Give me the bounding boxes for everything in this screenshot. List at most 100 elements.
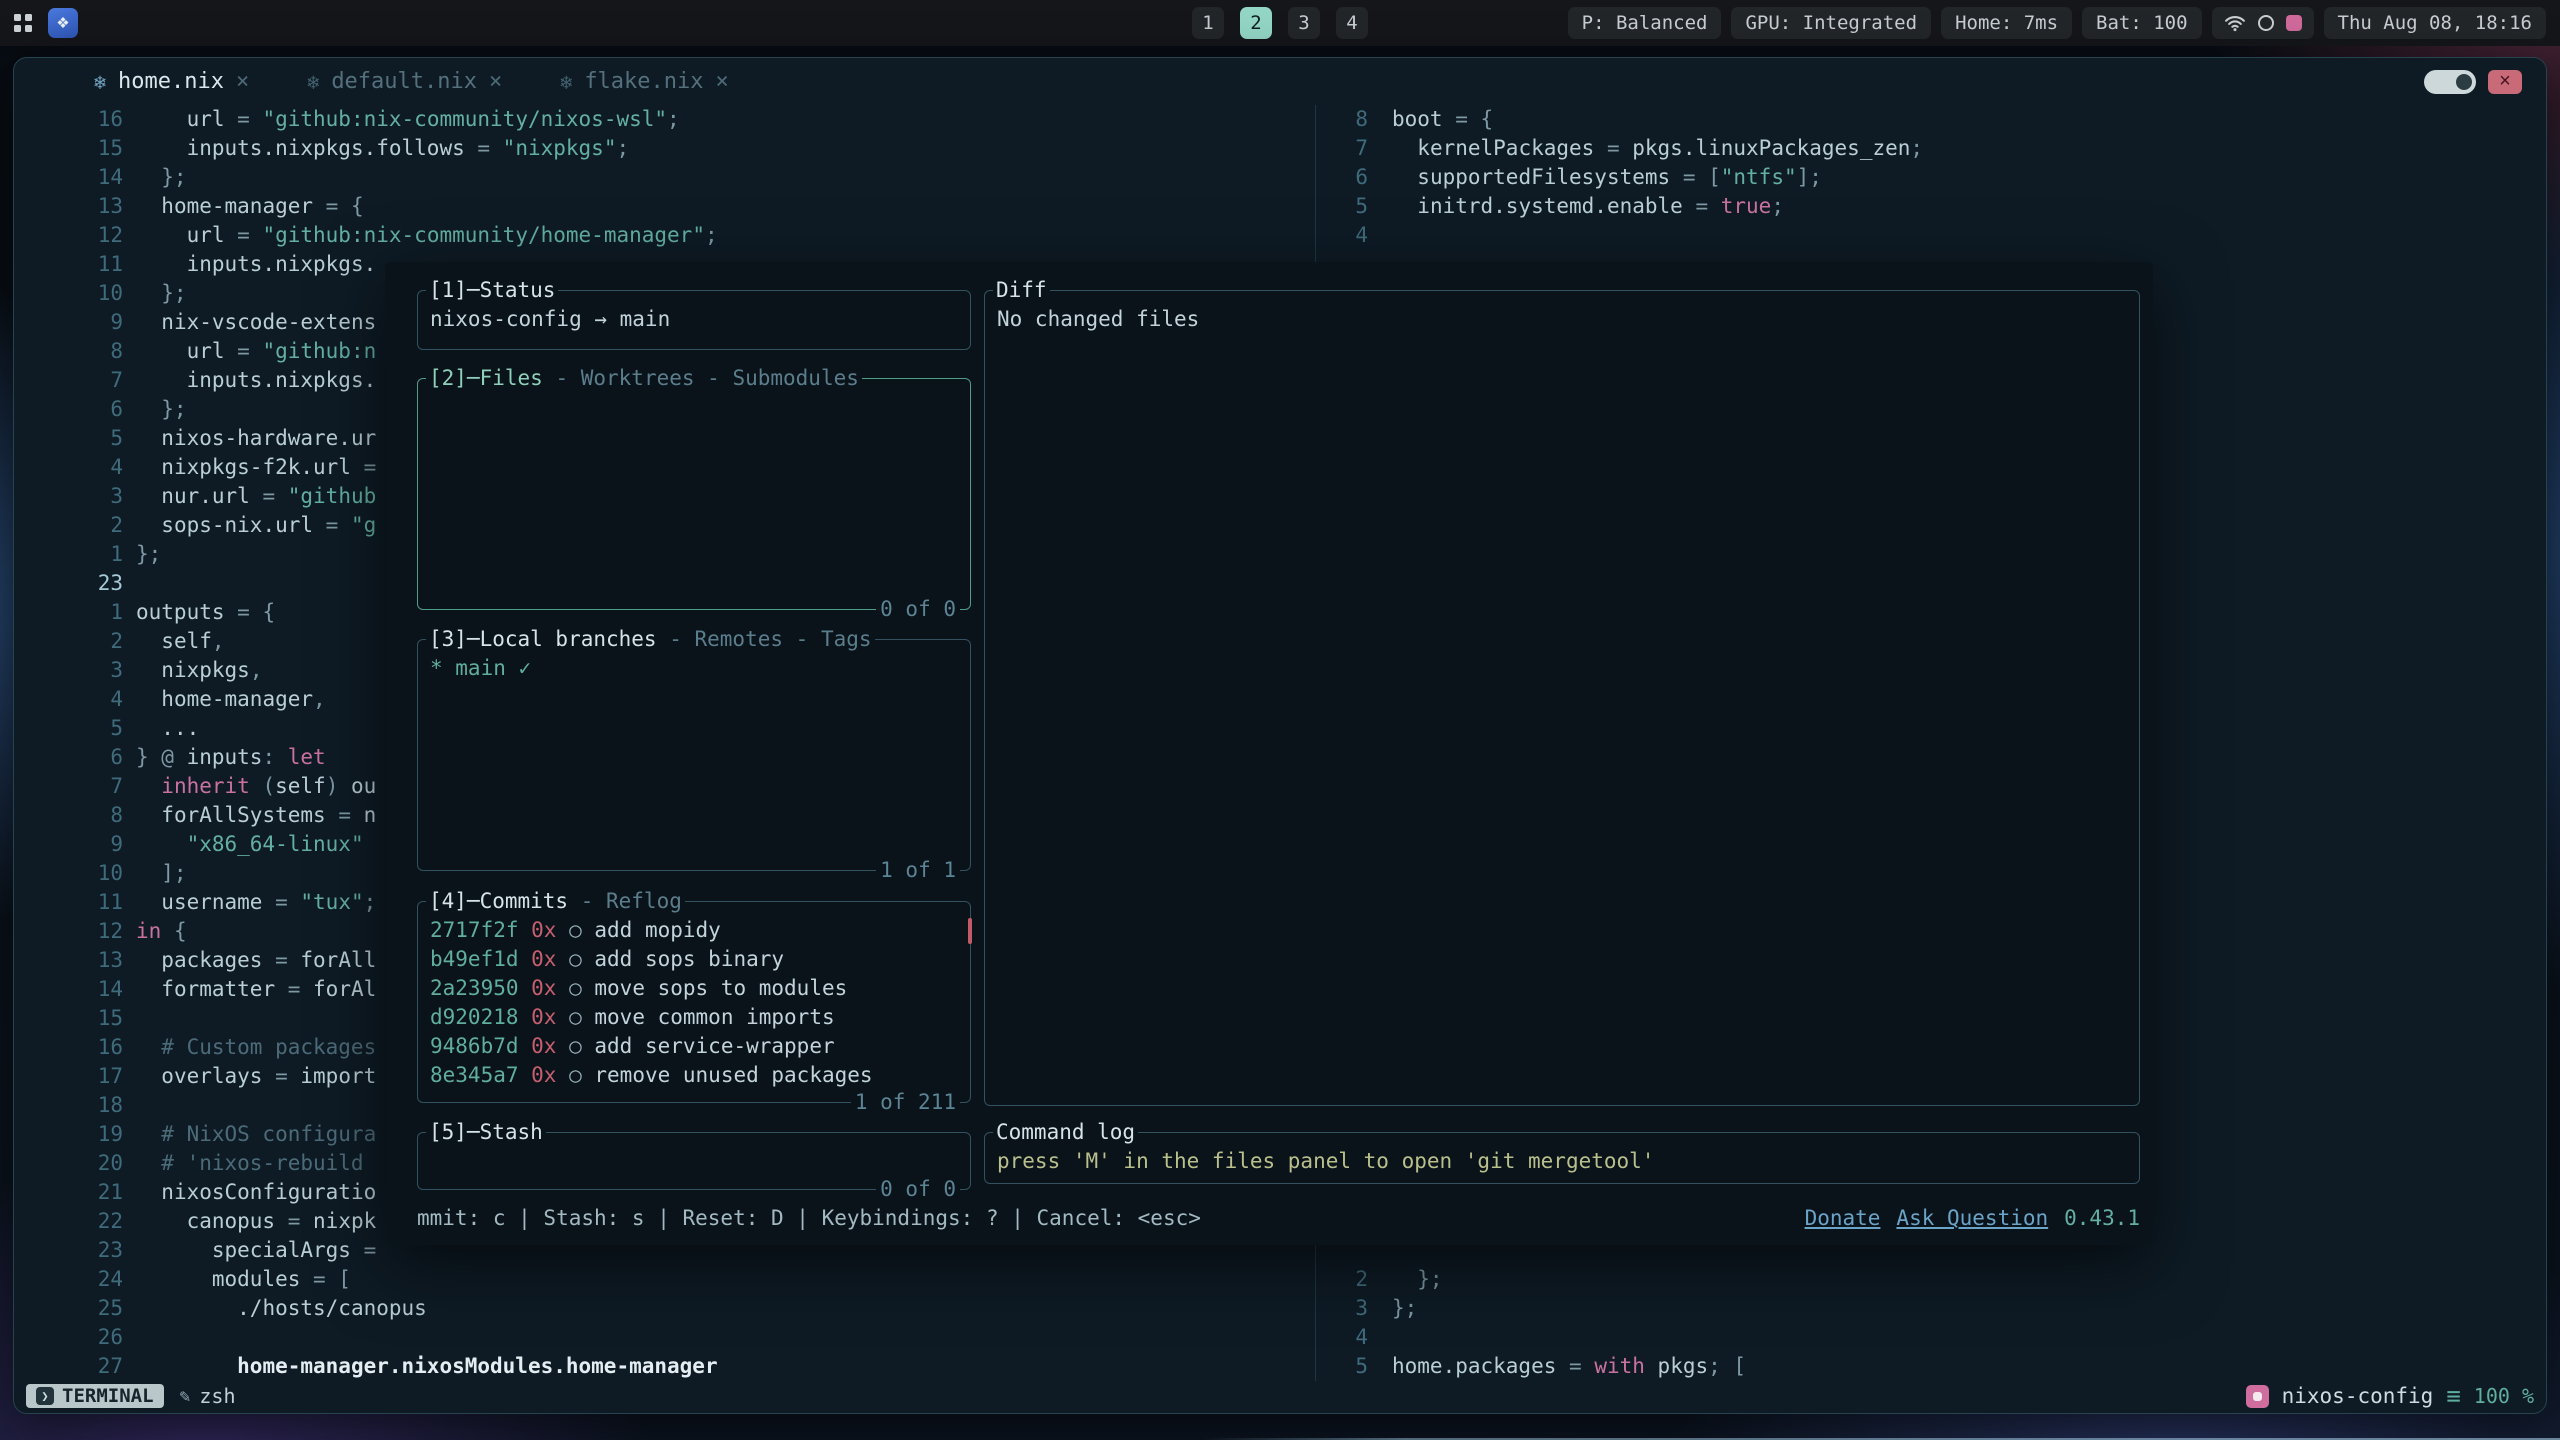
window-controls: ×: [2424, 70, 2522, 94]
commit-row[interactable]: b49ef1d 0x ○ add sops binary: [430, 945, 958, 974]
line-number: 8: [14, 337, 123, 366]
code-text: inputs.nixpkgs.: [123, 366, 376, 395]
code-token: ];: [136, 861, 187, 885]
code-line[interactable]: 12 url = "github:nix-community/home-mana…: [14, 221, 1315, 250]
line-number: 10: [14, 859, 123, 888]
code-line[interactable]: 26: [14, 1323, 1315, 1352]
code-line[interactable]: 5home.packages = with pkgs; [: [1316, 1352, 2546, 1381]
code-text: in {: [123, 917, 187, 946]
code-text: inputs.nixpkgs.follows = "nixpkgs";: [123, 134, 629, 163]
code-token: [136, 1064, 161, 1088]
code-line[interactable]: 7 kernelPackages = pkgs.linuxPackages_ze…: [1316, 134, 2546, 163]
editor-tab[interactable]: ❄home.nix×: [94, 69, 249, 94]
notification-icon: [2258, 15, 2274, 31]
commit-message: move sops to modules: [594, 976, 847, 1000]
code-line[interactable]: 4: [1316, 221, 2546, 250]
launcher-icon[interactable]: ❖: [48, 8, 78, 38]
line-number: 2: [14, 511, 123, 540]
code-text: boot = {: [1368, 105, 1493, 134]
workspace-button[interactable]: 4: [1336, 7, 1368, 39]
topbar-right: P: BalancedGPU: IntegratedHome: 7msBat: …: [1568, 7, 2546, 39]
code-text: [1368, 221, 1392, 250]
line-number: 22: [14, 1207, 123, 1236]
editor-tab[interactable]: ❄default.nix×: [307, 69, 502, 94]
code-line[interactable]: 4: [1316, 1323, 2546, 1352]
lazygit-status-panel[interactable]: [1]─Status nixos-config → main: [417, 290, 971, 350]
donate-link[interactable]: Donate: [1805, 1204, 1881, 1233]
code-line[interactable]: 5 initrd.systemd.enable = true;: [1316, 192, 2546, 221]
code-line[interactable]: 24 modules = [: [14, 1265, 1315, 1294]
code-line[interactable]: 6 supportedFilesystems = ["ntfs"];: [1316, 163, 2546, 192]
line-number: 5: [1316, 1352, 1368, 1381]
code-line[interactable]: 15 inputs.nixpkgs.follows = "nixpkgs";: [14, 134, 1315, 163]
commit-message: remove unused packages: [594, 1063, 872, 1087]
menu-lines-icon[interactable]: ≡: [2446, 1384, 2460, 1408]
branch-item[interactable]: * main ✓: [430, 656, 531, 680]
lazygit-files-panel[interactable]: [2]─Files - Worktrees - Submodules 0 of …: [417, 378, 971, 610]
code-line[interactable]: 3};: [1316, 1294, 2546, 1323]
code-token: [136, 687, 161, 711]
code-token: home-manager: [161, 687, 313, 711]
workspace-button[interactable]: 3: [1288, 7, 1320, 39]
code-text: canopus = nixpk: [123, 1207, 376, 1236]
lazygit-stash-panel[interactable]: [5]─Stash 0 of 0: [417, 1132, 971, 1190]
line-number: 14: [14, 975, 123, 1004]
apps-grid-icon[interactable]: [14, 14, 32, 32]
code-line[interactable]: 27 home-manager.nixosModules.home-manage…: [14, 1352, 1315, 1381]
lazygit-command-log-panel[interactable]: Command log press 'M' in the files panel…: [984, 1132, 2140, 1184]
code-text: nixpkgs-f2k.url =: [123, 453, 376, 482]
workspace-button[interactable]: 2: [1240, 7, 1272, 39]
ask-question-link[interactable]: Ask Question: [1896, 1204, 2048, 1233]
window-close-button[interactable]: ×: [2488, 70, 2522, 94]
code-token: {: [161, 919, 186, 943]
commit-row[interactable]: d920218 0x ○ move common imports: [430, 1003, 958, 1032]
lazygit-commits-panel[interactable]: [4]─Commits - Reflog 2717f2f 0x ○ add mo…: [417, 901, 971, 1103]
line-number: 8: [14, 801, 123, 830]
code-token: =: [262, 890, 300, 914]
tab-close-icon[interactable]: ×: [489, 69, 502, 94]
code-text: };: [1368, 1294, 1417, 1323]
diff-panel-title: Diff: [993, 276, 1050, 305]
commit-row[interactable]: 2717f2f 0x ○ add mopidy: [430, 916, 958, 945]
workspace-button[interactable]: 1: [1192, 7, 1224, 39]
shell-indicator: ✎ zsh: [180, 1384, 236, 1408]
tab-bar: ❄home.nix× ❄default.nix× ❄flake.nix× ×: [14, 58, 2546, 105]
toggle-switch[interactable]: [2424, 70, 2476, 94]
line-number: 12: [14, 917, 123, 946]
commit-row[interactable]: 8e345a7 0x ○ remove unused packages: [430, 1061, 958, 1090]
scrollbar-thumb[interactable]: [968, 918, 972, 944]
code-line[interactable]: 16 url = "github:nix-community/nixos-wsl…: [14, 105, 1315, 134]
code-token: ;: [616, 136, 629, 160]
lazygit-branches-panel[interactable]: [3]─Local branches - Remotes - Tags * ma…: [417, 639, 971, 871]
code-line[interactable]: 2 };: [1316, 1265, 2546, 1294]
code-token: };: [1392, 1296, 1417, 1320]
command-log-content: press 'M' in the files panel to open 'gi…: [985, 1133, 2139, 1176]
code-token: [136, 658, 161, 682]
tabs: ❄home.nix× ❄default.nix× ❄flake.nix×: [94, 69, 729, 94]
line-number: 26: [14, 1323, 123, 1352]
line-number: 18: [14, 1091, 123, 1120]
code-token: =: [1683, 194, 1721, 218]
editor-tab[interactable]: ❄flake.nix×: [560, 69, 729, 94]
code-token: [136, 832, 187, 856]
line-number: 15: [14, 134, 123, 163]
commit-row[interactable]: 9486b7d 0x ○ add service-wrapper: [430, 1032, 958, 1061]
media-indicator-icon: [2286, 15, 2302, 31]
statusbar-right: nixos-config ≡ 100 %: [2246, 1384, 2534, 1408]
code-token: inputs: [187, 745, 263, 769]
tab-close-icon[interactable]: ×: [716, 69, 729, 94]
code-token: ,: [250, 658, 263, 682]
code-line[interactable]: 25 ./hosts/canopus: [14, 1294, 1315, 1323]
lazygit-options-bar: mmit: c | Stash: s | Reset: D | Keybindi…: [417, 1204, 2140, 1233]
lazygit-diff-panel[interactable]: Diff No changed files: [984, 290, 2140, 1106]
commit-row[interactable]: 2a23950 0x ○ move sops to modules: [430, 974, 958, 1003]
code-token: kernelPackages: [1417, 136, 1594, 160]
code-text: ];: [123, 859, 187, 888]
code-token: ];: [1797, 165, 1822, 189]
code-line[interactable]: 8boot = {: [1316, 105, 2546, 134]
tab-close-icon[interactable]: ×: [236, 69, 249, 94]
options-links: Donate Ask Question 0.43.1: [1805, 1204, 2140, 1233]
code-token: with: [1594, 1354, 1645, 1378]
code-line[interactable]: 14 };: [14, 163, 1315, 192]
code-line[interactable]: 13 home-manager = {: [14, 192, 1315, 221]
